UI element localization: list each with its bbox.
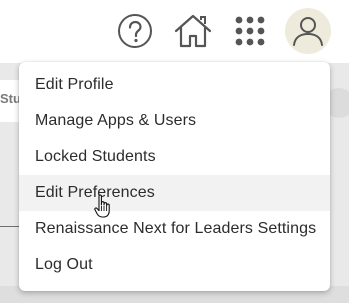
menu-item-leaders-settings[interactable]: Renaissance Next for Leaders Settings	[19, 211, 330, 247]
menu-item-edit-preferences[interactable]: Edit Preferences	[19, 175, 330, 211]
menu-item-edit-profile[interactable]: Edit Profile	[19, 67, 330, 103]
home-icon	[173, 13, 213, 49]
user-account-button[interactable]	[285, 8, 331, 54]
user-menu-dropdown: Edit Profile Manage Apps & Users Locked …	[19, 62, 330, 291]
menu-item-locked-students[interactable]: Locked Students	[19, 139, 330, 175]
user-account-icon	[291, 14, 325, 48]
menu-item-log-out[interactable]: Log Out	[19, 247, 330, 283]
help-button[interactable]	[112, 8, 158, 54]
home-button[interactable]	[170, 8, 216, 54]
background-tab-label: Stu	[0, 91, 21, 106]
apps-grid-button[interactable]	[227, 8, 273, 54]
menu-item-manage-apps-users[interactable]: Manage Apps & Users	[19, 103, 330, 139]
app-grid-icon	[234, 15, 266, 47]
hand-pointer-icon	[94, 194, 112, 218]
top-header-bar	[0, 0, 349, 63]
question-circle-icon	[117, 13, 153, 49]
